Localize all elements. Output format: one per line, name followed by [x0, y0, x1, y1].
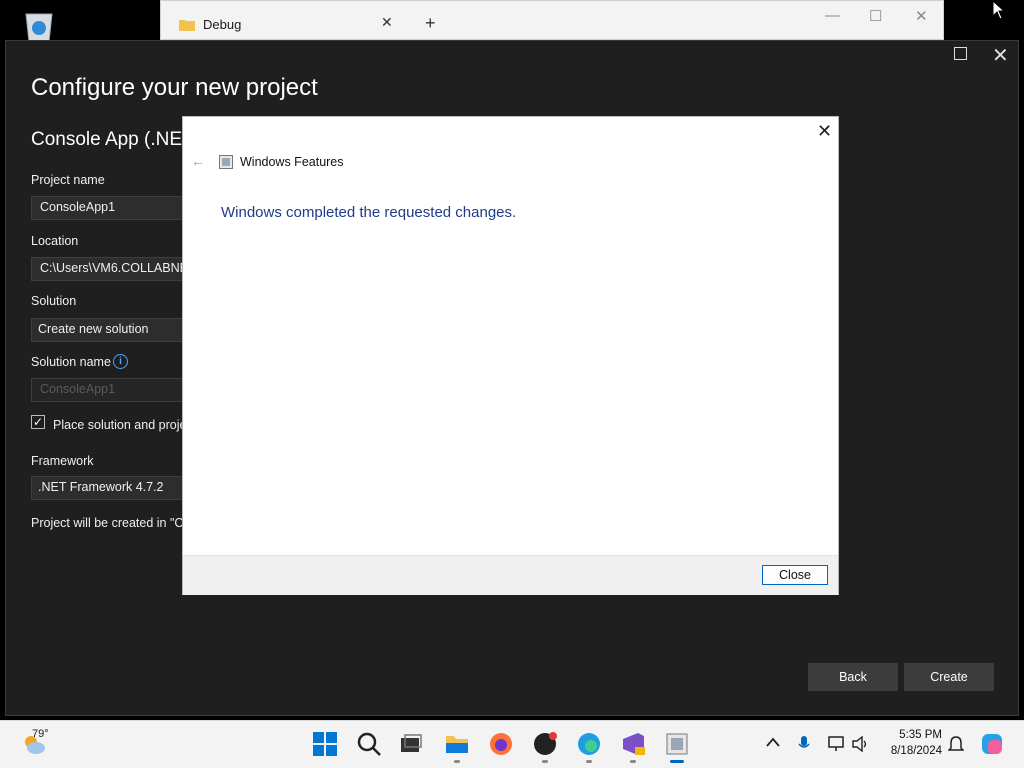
- place-checkbox-label: Place solution and projec: [53, 418, 193, 432]
- back-arrow-icon[interactable]: ←: [191, 153, 205, 169]
- copilot-icon[interactable]: [980, 732, 1004, 756]
- project-name-label: Project name: [31, 173, 105, 187]
- active-indicator: [670, 760, 684, 763]
- framework-select[interactable]: .NET Framework 4.7.2: [31, 476, 191, 500]
- solution-name-label: Solution name: [31, 355, 111, 369]
- maximize-button[interactable]: ☐: [869, 7, 882, 25]
- solution-label: Solution: [31, 294, 77, 308]
- place-in-same-directory-checkbox[interactable]: ✓: [31, 415, 45, 429]
- dialog-footer: Close: [183, 555, 838, 595]
- weather-temperature: 79°: [32, 728, 49, 740]
- info-icon[interactable]: i: [113, 354, 128, 369]
- framework-label: Framework: [31, 454, 94, 468]
- windows-features-dialog: ✕ ← Windows Features Windows completed t…: [182, 116, 839, 595]
- project-template-name: Console App (.NET: [31, 129, 194, 150]
- close-button[interactable]: Close: [762, 565, 828, 585]
- windows-features-icon[interactable]: [664, 731, 690, 757]
- firefox-icon[interactable]: [488, 731, 514, 757]
- recycle-bin-icon[interactable]: [20, 8, 58, 44]
- network-icon[interactable]: [828, 736, 846, 752]
- new-tab-button[interactable]: +: [425, 13, 436, 34]
- vs-maximize-button[interactable]: [954, 47, 967, 60]
- edge-icon[interactable]: [576, 731, 602, 757]
- status-message: Windows completed the requested changes.: [221, 204, 517, 221]
- minimize-button[interactable]: —: [825, 7, 840, 24]
- windows-features-icon: [219, 155, 233, 169]
- running-indicator: [454, 760, 460, 763]
- location-label: Location: [31, 234, 79, 248]
- file-explorer-icon[interactable]: [444, 731, 470, 757]
- solution-select[interactable]: Create new solution: [31, 318, 191, 342]
- start-icon[interactable]: [312, 731, 338, 757]
- running-indicator: [630, 760, 636, 763]
- back-button[interactable]: Back: [808, 663, 898, 691]
- search-icon[interactable]: [356, 731, 382, 757]
- dialog-title: Windows Features: [240, 155, 344, 169]
- tab-close-icon[interactable]: ✕: [381, 14, 393, 31]
- project-name-input[interactable]: ConsoleApp1: [31, 196, 191, 220]
- dialog-close-icon[interactable]: ✕: [817, 121, 832, 142]
- running-indicator: [586, 760, 592, 763]
- notification-bell-icon[interactable]: [948, 735, 964, 753]
- task-view-icon[interactable]: [398, 731, 424, 757]
- github-icon[interactable]: [532, 731, 558, 757]
- chevron-up-icon[interactable]: [766, 737, 780, 747]
- folder-icon: [179, 20, 195, 31]
- page-title: Configure your new project: [31, 74, 318, 101]
- location-input[interactable]: C:\Users\VM6.COLLABNET\: [31, 257, 191, 281]
- explorer-tab-label[interactable]: Debug: [203, 17, 241, 32]
- visual-studio-icon[interactable]: [620, 731, 646, 757]
- vs-close-icon[interactable]: ✕: [992, 43, 1009, 68]
- clock-date[interactable]: 8/18/2024: [882, 745, 942, 757]
- running-indicator: [542, 760, 548, 763]
- close-button[interactable]: ✕: [915, 7, 928, 25]
- volume-icon[interactable]: [852, 736, 870, 752]
- mouse-cursor-icon: [992, 0, 1006, 20]
- solution-name-input: ConsoleApp1: [31, 378, 191, 402]
- project-path-text: Project will be created in "C:\: [31, 516, 191, 530]
- clock-time[interactable]: 5:35 PM: [882, 729, 942, 741]
- create-button[interactable]: Create: [904, 663, 994, 691]
- file-explorer-window[interactable]: Debug ✕ + — ☐ ✕: [160, 0, 944, 40]
- microphone-icon[interactable]: [798, 735, 810, 753]
